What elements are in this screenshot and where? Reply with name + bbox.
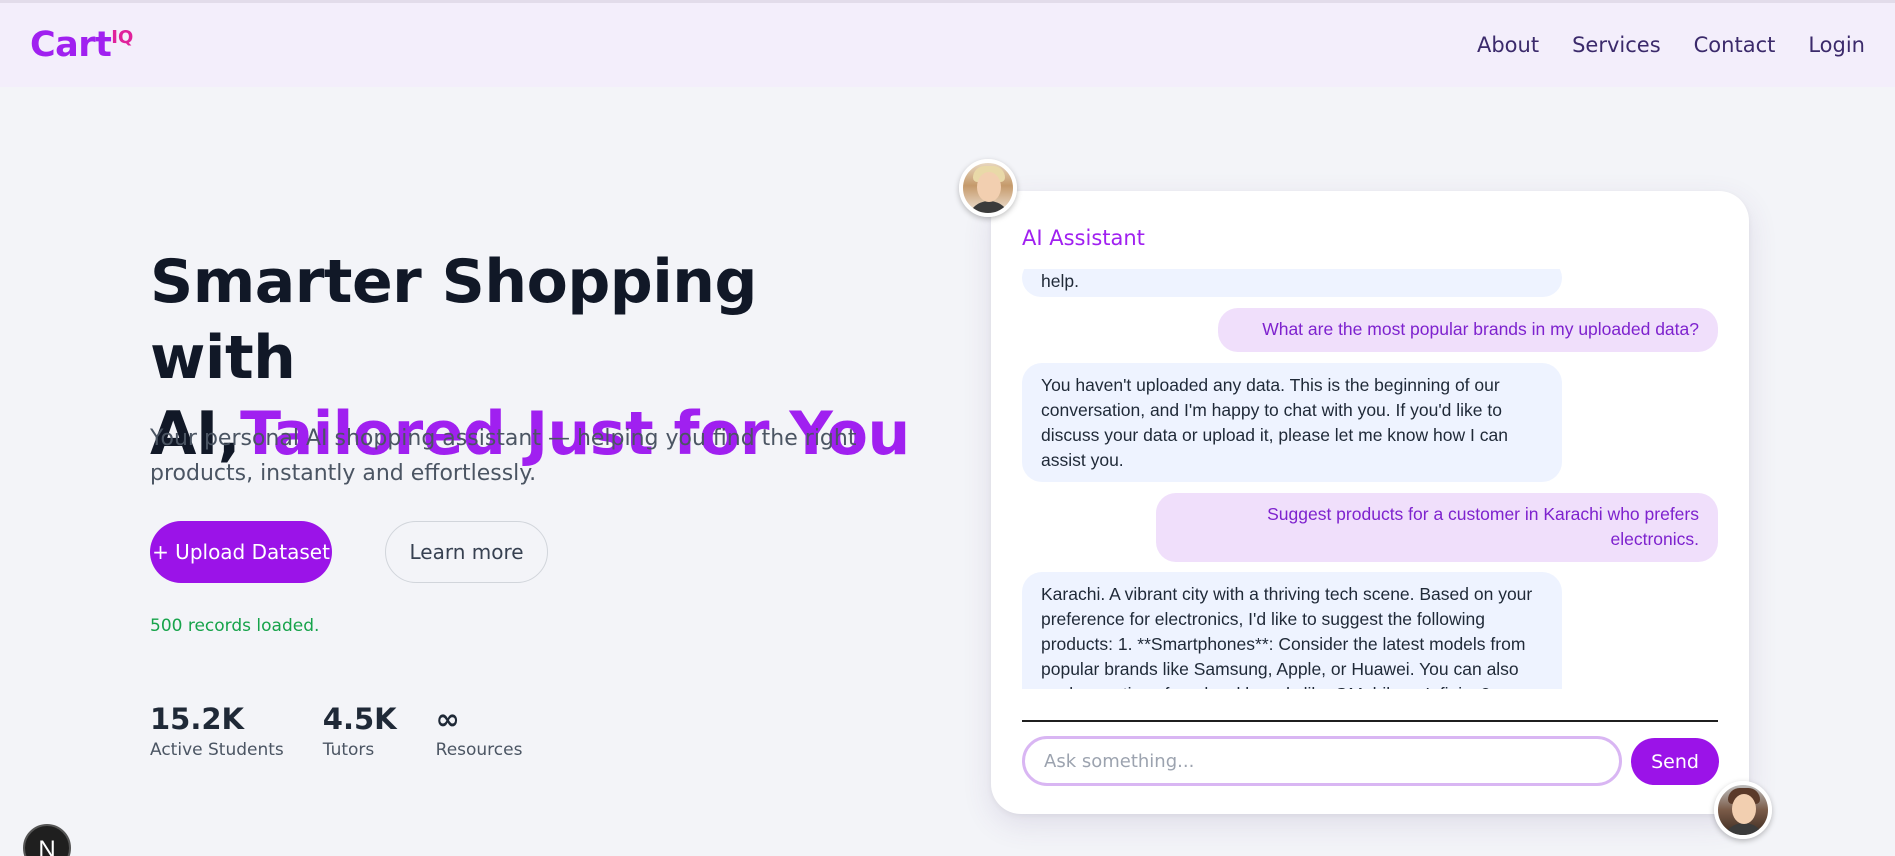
chat-divider: [1022, 720, 1718, 722]
stat-label: Resources: [435, 740, 523, 760]
dev-tools-badge[interactable]: N: [23, 824, 71, 856]
user-message: Suggest products for a customer in Karac…: [1156, 493, 1718, 562]
logo-text: Cart: [30, 25, 112, 65]
nav-links: About Services Contact Login: [1477, 33, 1865, 57]
stat-value: 4.5K: [322, 702, 397, 736]
chat-messages[interactable]: help. What are the most popular brands i…: [1022, 269, 1718, 689]
assistant-avatar: [959, 159, 1017, 217]
send-button[interactable]: Send: [1631, 738, 1719, 785]
logo-superscript: IQ: [111, 27, 134, 48]
stat-label: Active Students: [150, 740, 284, 760]
stat-value: ∞: [435, 702, 460, 736]
user-message: What are the most popular brands in my u…: [1218, 308, 1718, 352]
nav-link-services[interactable]: Services: [1572, 33, 1661, 57]
chat-card: AI Assistant help. What are the most pop…: [991, 191, 1749, 814]
chat-title: AI Assistant: [1022, 226, 1145, 250]
chat-input[interactable]: [1022, 736, 1622, 786]
nav-link-login[interactable]: Login: [1808, 33, 1865, 57]
stat-label: Tutors: [322, 740, 375, 760]
stat-value: 15.2K: [150, 702, 245, 736]
nav-link-contact[interactable]: Contact: [1694, 33, 1776, 57]
records-status: 500 records loaded.: [150, 616, 320, 636]
hero-title-line1: Smarter Shopping with: [150, 247, 757, 393]
ai-message: Karachi. A vibrant city with a thriving …: [1022, 572, 1562, 689]
stat-tutors: 4.5K Tutors: [323, 700, 397, 760]
stat-resources: ∞ Resources: [436, 700, 523, 760]
avatar-face: [977, 172, 1001, 202]
logo[interactable]: Cart IQ: [30, 25, 133, 65]
top-nav: Cart IQ About Services Contact Login: [0, 3, 1895, 87]
avatar-face: [1732, 794, 1756, 824]
nav-link-about[interactable]: About: [1477, 33, 1539, 57]
stat-active-students: 15.2K Active Students: [150, 700, 284, 760]
user-avatar: [1714, 781, 1772, 839]
stats: 15.2K Active Students 4.5K Tutors ∞ Reso…: [150, 700, 522, 760]
upload-dataset-button[interactable]: + Upload Dataset: [150, 521, 332, 583]
hero-subtitle: Your personal AI shopping assistant — he…: [150, 426, 857, 486]
ai-message: You haven't uploaded any data. This is t…: [1022, 363, 1562, 482]
learn-more-button[interactable]: Learn more: [385, 521, 548, 583]
avatar-body: [1722, 823, 1766, 835]
ai-message: help.: [1022, 269, 1562, 297]
